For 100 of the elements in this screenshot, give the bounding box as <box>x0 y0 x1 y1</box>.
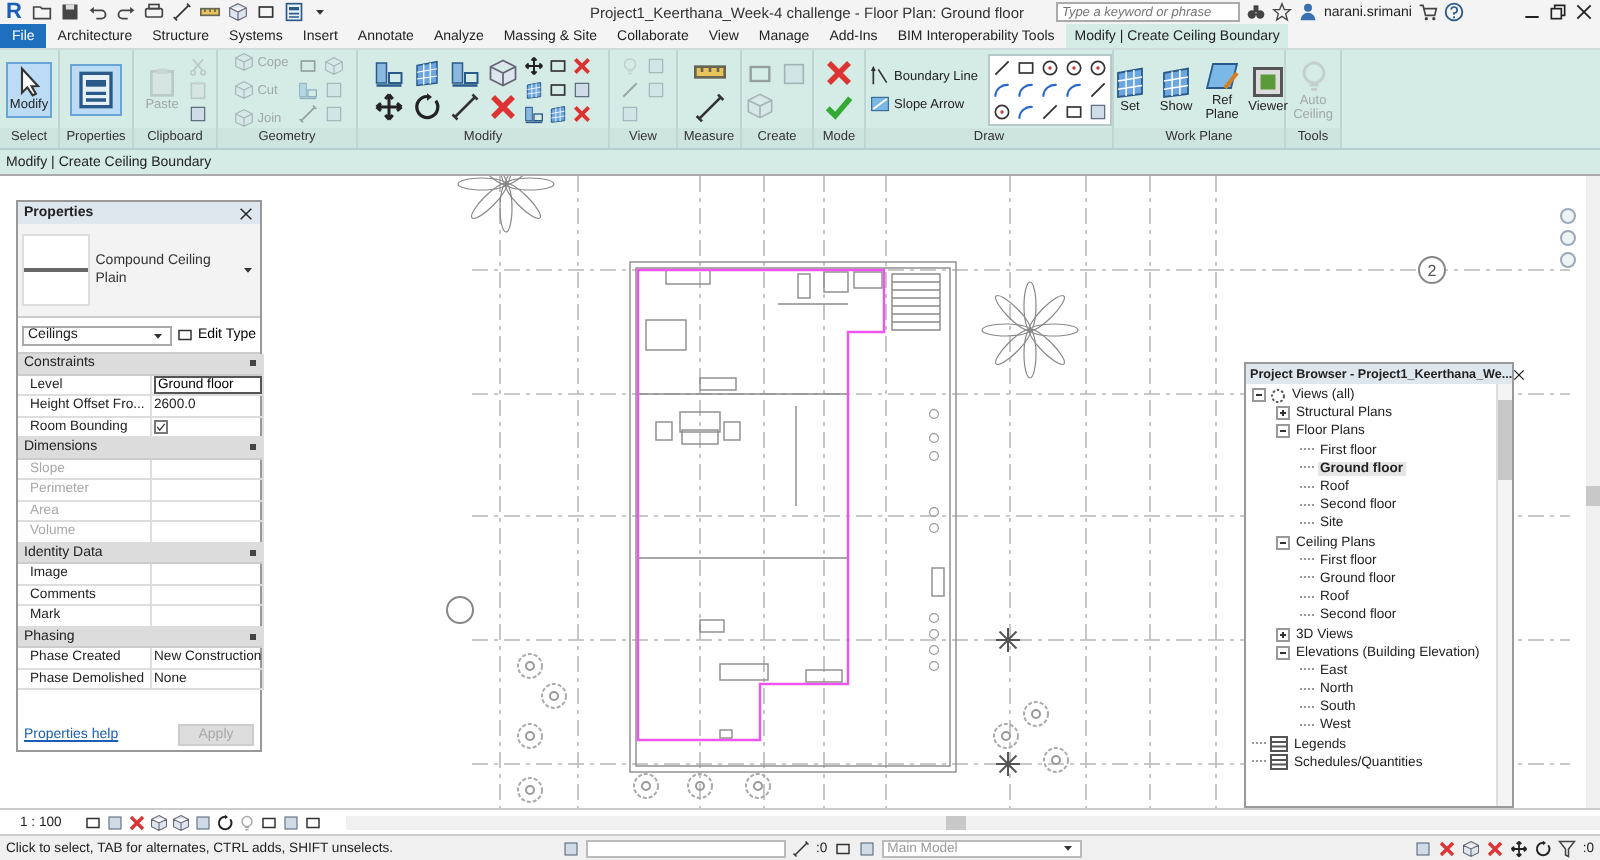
rectangle-icon[interactable] <box>84 813 102 831</box>
plant-drawing <box>517 653 543 679</box>
app-logo[interactable]: R <box>6 0 22 24</box>
cross-icon[interactable] <box>572 104 592 124</box>
plant-drawing <box>517 723 543 749</box>
horizontal-scrollbar[interactable] <box>346 815 1600 829</box>
rotate-icon[interactable] <box>412 92 442 122</box>
tool-icon[interactable] <box>1087 102 1108 122</box>
align-icon[interactable] <box>524 104 544 124</box>
cross-icon[interactable] <box>572 56 592 76</box>
collapse-toggle[interactable] <box>1276 424 1290 439</box>
cube-icon <box>233 52 254 72</box>
expand-toggle[interactable] <box>1276 406 1290 421</box>
plant-drawing <box>745 773 771 799</box>
restore-icon[interactable] <box>1548 2 1568 22</box>
close-icon[interactable] <box>1512 367 1527 381</box>
arc-icon[interactable] <box>1039 80 1060 100</box>
scroll-thumb[interactable] <box>946 815 966 829</box>
grid-icon[interactable] <box>548 104 568 124</box>
folder-icon[interactable] <box>31 2 52 22</box>
arc-icon[interactable] <box>1063 80 1084 100</box>
dimension-icon[interactable] <box>693 92 725 124</box>
check-icon[interactable] <box>824 92 854 122</box>
rectangle-icon[interactable] <box>833 839 852 857</box>
plane-icon <box>1204 57 1240 94</box>
ruler-icon[interactable] <box>199 2 220 22</box>
scroll-thumb[interactable] <box>1498 400 1512 480</box>
redo-icon[interactable] <box>115 2 136 22</box>
align-icon[interactable] <box>450 58 480 88</box>
line-icon[interactable] <box>1087 80 1108 100</box>
rectangle-icon[interactable] <box>1015 58 1036 78</box>
user-icon[interactable] <box>1297 2 1318 22</box>
cube-icon[interactable] <box>172 813 190 831</box>
cube-icon[interactable] <box>227 2 248 22</box>
collapse-toggle[interactable] <box>1276 535 1290 550</box>
undo-icon[interactable] <box>87 2 108 22</box>
collapse-toggle[interactable] <box>1252 388 1266 403</box>
move-icon[interactable] <box>1510 839 1529 857</box>
circle-icon[interactable] <box>1087 58 1108 78</box>
print-icon[interactable] <box>143 2 164 22</box>
rectangle-icon[interactable] <box>1063 102 1084 122</box>
dimension-icon[interactable] <box>171 2 192 22</box>
palette-icon[interactable] <box>283 2 304 22</box>
cross-icon[interactable] <box>824 58 854 88</box>
tool-icon[interactable] <box>572 80 592 100</box>
line-icon[interactable] <box>991 58 1012 78</box>
vertical-scrollbar[interactable] <box>1496 384 1512 806</box>
rotate-icon[interactable] <box>1534 839 1553 857</box>
circle-icon[interactable] <box>1039 58 1060 78</box>
line-icon[interactable] <box>1039 102 1060 122</box>
cube-icon <box>233 80 254 100</box>
properties-toggle[interactable] <box>70 64 122 116</box>
save-icon[interactable] <box>59 2 80 22</box>
palette-icon <box>76 70 116 110</box>
circle-icon[interactable] <box>1063 58 1084 78</box>
tool-icon[interactable] <box>188 104 209 124</box>
rotate-icon[interactable] <box>216 813 234 831</box>
viewer-icon <box>1250 64 1286 101</box>
boundary-line-icon <box>870 66 891 86</box>
circle-icon[interactable] <box>991 102 1012 122</box>
dimension-icon[interactable] <box>450 92 480 122</box>
plant-drawing <box>541 683 567 709</box>
rectangle-icon[interactable] <box>260 813 278 831</box>
arc-icon[interactable] <box>1015 80 1036 100</box>
cross-icon[interactable] <box>488 92 518 122</box>
scroll-thumb[interactable] <box>1586 486 1600 506</box>
arc-icon[interactable] <box>991 80 1012 100</box>
cross-icon[interactable] <box>1486 839 1505 857</box>
plant-drawing <box>633 773 659 799</box>
cube-icon[interactable] <box>488 58 518 88</box>
grid-bubble[interactable] <box>1418 256 1446 284</box>
rectangle-icon[interactable] <box>255 2 276 22</box>
ceiling-type-preview <box>22 234 90 306</box>
close-icon[interactable] <box>238 205 254 221</box>
help-icon[interactable] <box>1443 2 1464 22</box>
cross-icon[interactable] <box>128 813 146 831</box>
vertical-scrollbar[interactable] <box>1586 176 1600 808</box>
ceiling-boundary-line[interactable] <box>636 268 886 742</box>
star-icon[interactable] <box>1271 2 1292 22</box>
collapse-toggle[interactable] <box>1276 645 1290 660</box>
clipboard-icon[interactable] <box>188 80 209 100</box>
filter-icon[interactable] <box>1558 839 1577 857</box>
cube-icon[interactable] <box>1462 839 1481 857</box>
rectangle-icon[interactable] <box>304 813 322 831</box>
move-icon[interactable] <box>524 56 544 76</box>
grid-icon[interactable] <box>524 80 544 100</box>
arc-icon[interactable] <box>1015 102 1036 122</box>
binoculars-icon[interactable] <box>1245 2 1266 22</box>
expand-toggle[interactable] <box>1276 627 1290 642</box>
grid-bubble[interactable] <box>446 596 474 624</box>
checkbox[interactable] <box>154 419 168 434</box>
close-icon[interactable] <box>1574 2 1594 22</box>
dimension-icon[interactable] <box>792 839 810 857</box>
grid-icon[interactable] <box>412 58 442 88</box>
cross-icon[interactable] <box>1438 839 1457 857</box>
cube-icon[interactable] <box>150 813 168 831</box>
align-icon[interactable] <box>374 58 404 88</box>
vertical-scrollbar[interactable] <box>261 354 264 690</box>
cart-icon[interactable] <box>1417 2 1438 22</box>
move-icon[interactable] <box>374 92 404 122</box>
